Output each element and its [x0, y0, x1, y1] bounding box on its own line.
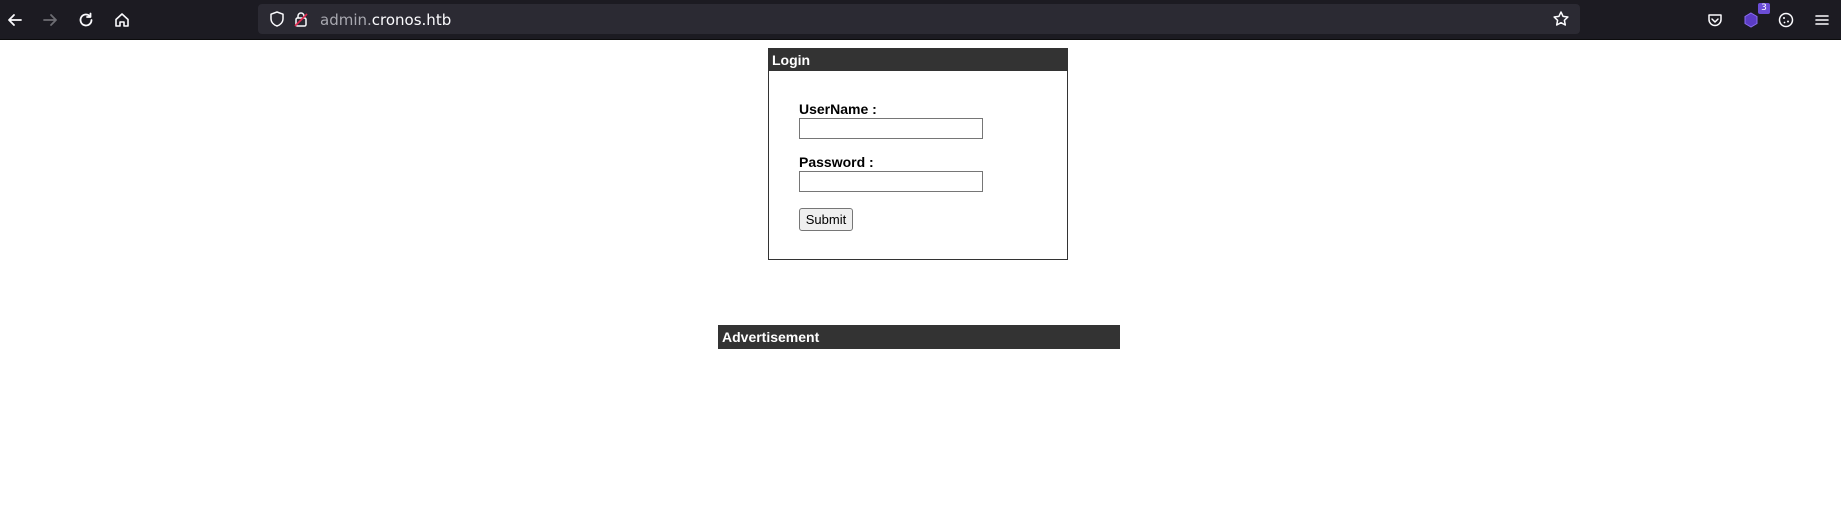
shield-icon[interactable] [268, 10, 286, 28]
url-subdomain: admin. [320, 11, 372, 29]
back-arrow-icon [8, 14, 22, 26]
address-bar[interactable]: admin.cronos.htb [258, 4, 1580, 34]
star-icon[interactable] [1552, 10, 1570, 28]
forward-button[interactable] [36, 6, 64, 34]
menu-button[interactable] [1808, 6, 1836, 34]
reload-button[interactable] [72, 6, 100, 34]
browser-toolbar: admin.cronos.htb 3 [0, 0, 1841, 40]
forward-arrow-icon [43, 14, 57, 26]
pocket-icon [1708, 14, 1722, 27]
password-label: Password : [799, 154, 874, 170]
submit-button[interactable]: Submit [799, 208, 853, 231]
home-button[interactable] [108, 6, 136, 34]
password-input[interactable] [799, 171, 983, 192]
username-input[interactable] [799, 118, 983, 139]
cookie-button[interactable] [1772, 6, 1800, 34]
url-text[interactable]: admin.cronos.htb [320, 11, 451, 29]
url-domain: cronos.htb [371, 11, 452, 29]
extension-badge: 3 [1758, 3, 1770, 14]
cookie-icon [1778, 12, 1794, 28]
lock-icon[interactable] [292, 10, 310, 28]
back-button[interactable] [1, 6, 29, 34]
pocket-button[interactable] [1701, 6, 1729, 34]
login-box: Login UserName : Password : Submit [768, 48, 1068, 260]
extension-icon [1744, 12, 1758, 28]
menu-icon [1815, 15, 1829, 25]
advertisement-title: Advertisement [718, 325, 1120, 349]
home-icon [115, 13, 129, 27]
extension-button[interactable]: 3 [1737, 3, 1770, 34]
reload-icon [79, 12, 93, 27]
username-label: UserName : [799, 101, 877, 117]
login-title: Login [769, 49, 1067, 71]
